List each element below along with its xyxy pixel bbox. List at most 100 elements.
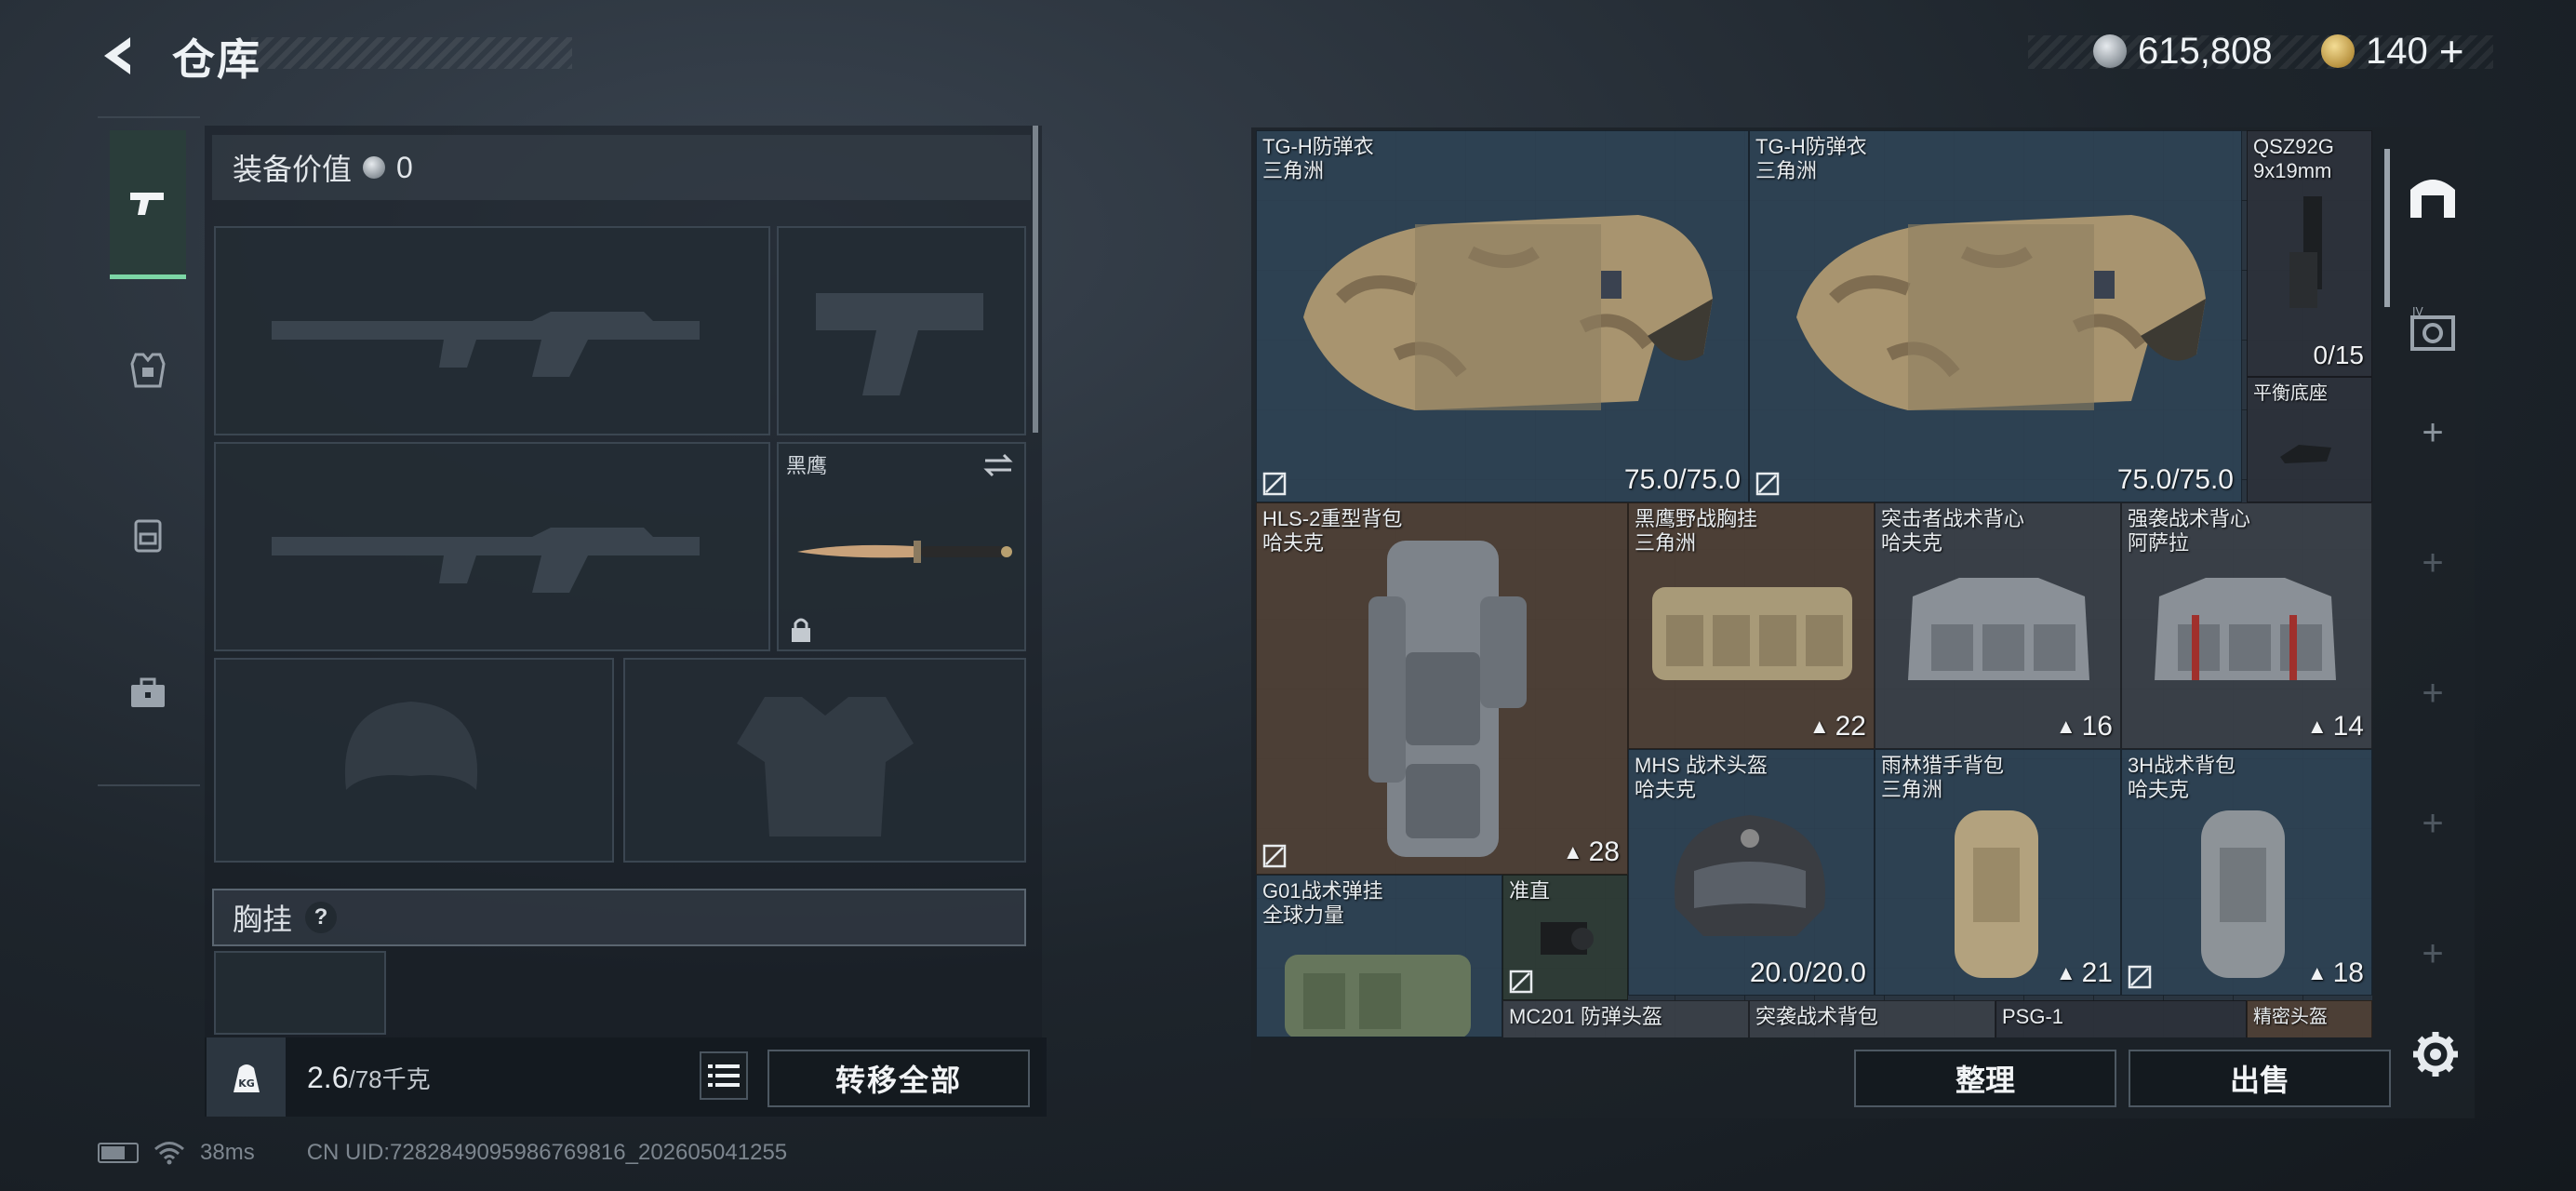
back-button[interactable]	[93, 28, 149, 84]
rifle-silhouette-icon	[272, 528, 700, 593]
help-icon[interactable]: ?	[305, 902, 338, 933]
equipment-value-label: 装备价值	[233, 153, 353, 186]
chest-rig-header: 胸挂 ?	[212, 889, 1026, 946]
stash-item[interactable]: HLS-2重型背包 哈夫克 ▲ 28	[1256, 502, 1628, 875]
item-durability: 75.0/75.0	[1623, 464, 1741, 495]
no-insure-icon	[1262, 844, 1287, 868]
stash-item[interactable]: 雨林猎手背包 三角洲 ▲ 21	[1875, 749, 2121, 996]
gold-currency[interactable]: 140 +	[2321, 26, 2464, 76]
item-ammo: 0/15	[2313, 341, 2365, 369]
stash-scrollbar[interactable]	[2384, 149, 2390, 307]
tertiary-weapon-slot[interactable]	[214, 442, 770, 651]
capacity-icon: ▲	[2306, 715, 2328, 738]
silver-currency[interactable]: 615,808	[2093, 28, 2273, 74]
item-capacity: 18	[2332, 957, 2364, 988]
item-brand: 三角洲	[1755, 159, 1818, 182]
weight-current: 2.6	[307, 1061, 349, 1094]
stash-grid: TG-H防弹衣 三角洲 75.0/75.0 TG-H防弹衣 三角洲 75.0/75.…	[1256, 130, 2372, 1037]
toolbox-icon	[131, 677, 165, 707]
item-name: 雨林猎手背包	[1881, 754, 2005, 777]
kg-weight-icon: KG	[207, 1037, 286, 1117]
melee-slot[interactable]: 黑鹰	[777, 442, 1026, 651]
add-slot-icon[interactable]: +	[2391, 526, 2475, 600]
chest-rig-slot[interactable]	[214, 951, 386, 1035]
stash-item[interactable]: PSG-1	[1995, 1000, 2247, 1037]
item-name: 强袭战术背心	[2128, 507, 2251, 530]
chest-rig-art	[1285, 955, 1471, 1037]
silver-amount: 615,808	[2138, 30, 2273, 72]
item-capacity: 21	[2081, 957, 2113, 988]
swap-icon[interactable]	[981, 451, 1015, 479]
safe-box-icon[interactable]: IV	[2391, 288, 2475, 372]
helmet-slot[interactable]	[214, 658, 614, 863]
stash-item[interactable]: QSZ92G 9x19mm 0/15	[2247, 130, 2372, 377]
add-slot-icon[interactable]: +	[2391, 395, 2475, 470]
list-view-button[interactable]	[700, 1051, 748, 1100]
item-name: TG-H防弹衣	[1262, 135, 1374, 158]
settings-button[interactable]	[2409, 1028, 2462, 1080]
item-brand: 9x19mm	[2253, 159, 2332, 182]
stash-item[interactable]: 突袭战术背包	[1749, 1000, 1995, 1037]
primary-weapon-slot[interactable]	[214, 226, 770, 435]
item-capacity: 22	[1835, 711, 1866, 742]
stash-item[interactable]: 3H战术背包 哈夫克 ▲ 18	[2121, 749, 2372, 996]
rifle-silhouette-icon	[272, 312, 700, 377]
stash-item[interactable]: G01战术弹挂 全球力量	[1256, 875, 1502, 1037]
capacity-icon: ▲	[2306, 961, 2328, 984]
helmet-art	[1675, 815, 1825, 936]
stash-item[interactable]: TG-H防弹衣 三角洲 75.0/75.0	[1749, 130, 2242, 502]
add-slot-icon[interactable]: +	[2391, 786, 2475, 861]
sell-button[interactable]: 出售	[2129, 1050, 2391, 1107]
sort-button[interactable]: 整理	[1854, 1050, 2116, 1107]
warehouse-icon[interactable]	[2391, 154, 2475, 237]
body-armor-slot[interactable]	[623, 658, 1026, 863]
item-name: TG-H防弹衣	[1755, 135, 1867, 158]
item-name: 3H战术背包	[2128, 754, 2236, 777]
add-slot-icon[interactable]: +	[2391, 656, 2475, 730]
gear-icon	[2413, 1032, 2458, 1077]
loadout-scrollbar[interactable]	[1033, 126, 1038, 433]
stash-item[interactable]: 精密头盔	[2247, 1000, 2372, 1037]
item-name: PSG-1	[2002, 1005, 2064, 1028]
backpack-art	[2201, 810, 2285, 978]
no-insure-icon	[1509, 970, 1533, 994]
stash-item[interactable]: TG-H防弹衣 三角洲 75.0/75.0	[1256, 130, 1749, 502]
lock-icon	[792, 618, 810, 642]
capacity-icon: ▲	[1562, 840, 1583, 863]
stash-item[interactable]: MHS 战术头盔 哈夫克 20.0/20.0	[1628, 749, 1875, 996]
ping-text: 38ms	[200, 1140, 255, 1165]
stash-item[interactable]: 强袭战术背心 阿萨拉 ▲ 14	[2121, 502, 2372, 749]
body-armor-art	[1796, 215, 2206, 410]
list-icon	[708, 1064, 740, 1087]
capacity-icon: ▲	[2055, 715, 2076, 738]
tab-tools[interactable]	[110, 619, 186, 768]
no-insure-icon	[2128, 965, 2152, 989]
tab-weapons[interactable]	[110, 130, 186, 279]
add-currency-icon[interactable]: +	[2439, 26, 2464, 76]
item-brand: 阿萨拉	[2128, 531, 2190, 555]
silver-coin-icon	[2093, 34, 2127, 68]
pistol-icon	[130, 192, 164, 215]
gold-coin-icon	[2321, 34, 2355, 68]
back-arrow-icon	[104, 37, 130, 74]
stash-item[interactable]: 准直	[1502, 875, 1628, 1000]
item-brand: 全球力量	[1262, 903, 1345, 927]
tab-armor[interactable]	[110, 296, 186, 445]
transfer-all-button[interactable]: 转移全部	[767, 1050, 1030, 1107]
item-capacity: 16	[2081, 711, 2113, 742]
gold-amount: 140	[2366, 30, 2428, 72]
silver-coin-icon	[363, 156, 386, 179]
add-slot-icon[interactable]: +	[2391, 917, 2475, 991]
tab-backpack[interactable]	[110, 461, 186, 609]
item-capacity: 28	[1588, 836, 1620, 867]
stash-item[interactable]: 突击者战术背心 哈夫克 ▲ 16	[1875, 502, 2121, 749]
item-name: MHS 战术头盔	[1635, 754, 1768, 777]
item-name: G01战术弹挂	[1262, 879, 1383, 903]
svg-text:IV: IV	[2412, 305, 2424, 318]
stash-item[interactable]: 黑鹰野战胸挂 三角洲 ▲ 22	[1628, 502, 1875, 749]
secondary-weapon-slot[interactable]	[777, 226, 1026, 435]
stash-item[interactable]: 平衡底座	[2247, 377, 2372, 502]
stash-item[interactable]: MC201 防弹头盔	[1502, 1000, 1749, 1037]
chest-rig-art	[1652, 587, 1852, 680]
attachment-art	[2280, 445, 2331, 463]
